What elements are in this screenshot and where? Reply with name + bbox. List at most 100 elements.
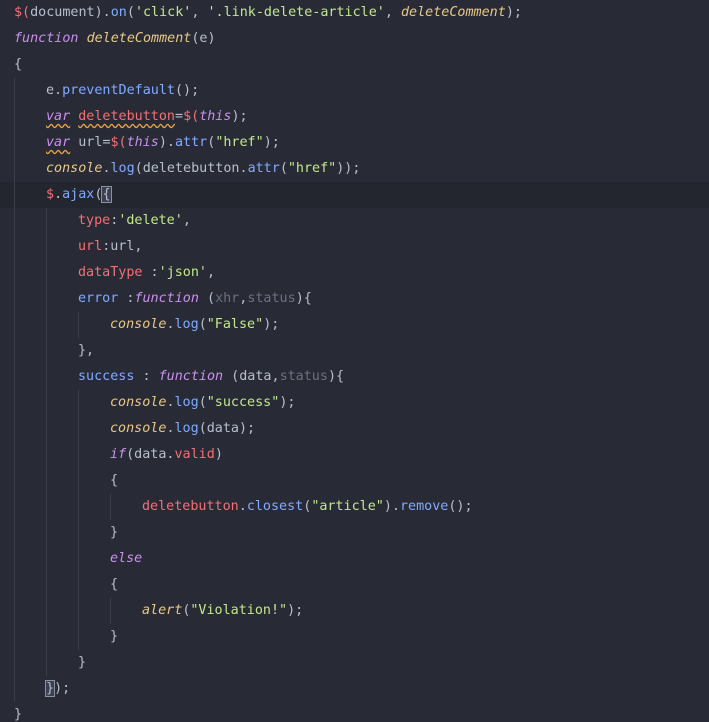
code-text: function deleteComment(e) [14,26,216,52]
code-line[interactable]: { [0,572,709,598]
code-token: e. [46,83,63,98]
code-line[interactable]: deletebutton.closest("article").remove()… [0,494,709,520]
code-token: error [78,291,119,306]
code-text: url:url, [78,234,143,260]
code-token: . [54,187,63,202]
code-token: : [134,369,159,384]
indent-guide [46,338,47,364]
code-text: { [110,468,118,494]
indent-guide [14,546,15,572]
code-token: remove [400,499,449,514]
code-token: , [384,5,401,20]
code-token: $( [14,5,31,20]
code-line[interactable]: dataType :'json', [0,260,709,286]
code-line[interactable]: var url=$(this).attr("href"); [0,130,709,156]
code-line[interactable]: var deletebutton=$(this); [0,104,709,130]
code-token: console [110,421,167,436]
code-line[interactable]: $.ajax({ [0,182,709,208]
code-token: status [247,291,296,306]
code-token: deleteComment [401,5,506,20]
code-token: , [191,5,208,20]
code-line[interactable]: error :function (xhr,status){ [0,286,709,312]
code-line[interactable]: url:url, [0,234,709,260]
code-token: 'delete' [118,213,183,228]
indent-guide [78,390,79,416]
bracket-match: { [101,186,112,203]
code-token: function [158,369,224,384]
indent-guide [14,208,15,234]
indent-guide [78,598,79,624]
indent-guide [14,468,15,494]
code-token: ( [198,317,207,332]
indent-guide [14,156,15,182]
code-text: type:'delete', [78,208,191,234]
code-token: url= [70,135,111,150]
code-token: type [78,213,111,228]
code-editor[interactable]: $(document).on('click', '.link-delete-ar… [0,0,709,722]
code-line[interactable]: success : function (data,status){ [0,364,709,390]
code-token: = [175,109,184,124]
code-token: (); [448,499,473,514]
code-token: log [174,395,199,410]
code-token: :url, [102,239,143,254]
code-line[interactable]: } [0,520,709,546]
indent-guide [14,676,15,702]
indent-guide [46,468,47,494]
code-token: function [134,291,199,306]
code-token: "href" [215,135,264,150]
indent-guide [14,494,15,520]
code-line[interactable]: } [0,650,709,676]
code-line[interactable]: console.log(data); [0,416,709,442]
code-token: . [238,499,247,514]
code-token: "article" [311,499,384,514]
indent-guide [46,494,47,520]
code-token: $( [183,109,200,124]
indent-guide [78,416,79,442]
code-token: this [199,109,232,124]
code-text: }); [44,676,70,702]
code-line[interactable]: alert("Violation!"); [0,598,709,624]
indent-guide [78,468,79,494]
indent-guide [14,312,15,338]
indent-guide [14,442,15,468]
code-token: "False" [206,317,264,332]
code-line[interactable]: if(data.valid) [0,442,709,468]
code-token: (data, [223,369,280,384]
code-line[interactable]: $(document).on('click', '.link-delete-ar… [0,0,709,26]
code-line[interactable]: }); [0,676,709,702]
code-line[interactable]: } [0,624,709,650]
code-line[interactable]: console.log("success"); [0,390,709,416]
code-line[interactable]: }, [0,338,709,364]
code-token: alert [142,603,183,618]
code-token: log [110,161,135,176]
code-token: document [30,5,95,20]
code-line[interactable]: } [0,702,709,722]
code-token: ( [198,291,216,306]
code-line[interactable]: console.log("False"); [0,312,709,338]
code-token: (); [175,83,200,98]
code-token: '.link-delete-article' [207,5,385,20]
indent-guide [46,208,47,234]
code-line[interactable]: function deleteComment(e) [0,26,709,52]
code-line[interactable]: { [0,468,709,494]
code-line[interactable]: { [0,52,709,78]
indent-guide [14,130,15,156]
code-line[interactable]: else [0,546,709,572]
indent-guide [14,78,15,104]
code-token: . [166,395,175,410]
code-token: this [126,135,159,150]
code-token: ); [287,603,304,618]
code-line[interactable]: type:'delete', [0,208,709,234]
indent-guide [46,390,47,416]
bracket-match: } [44,680,56,697]
code-token: attr [175,135,208,150]
code-token: ( [126,5,135,20]
code-text: alert("Violation!"); [142,598,303,624]
indent-guide [46,546,47,572]
code-line[interactable]: console.log(deletebutton.attr("href")); [0,156,709,182]
code-token: console [110,395,167,410]
code-token: console [110,317,167,332]
code-text: success : function (data,status){ [78,364,344,390]
code-line[interactable]: e.preventDefault(); [0,78,709,104]
